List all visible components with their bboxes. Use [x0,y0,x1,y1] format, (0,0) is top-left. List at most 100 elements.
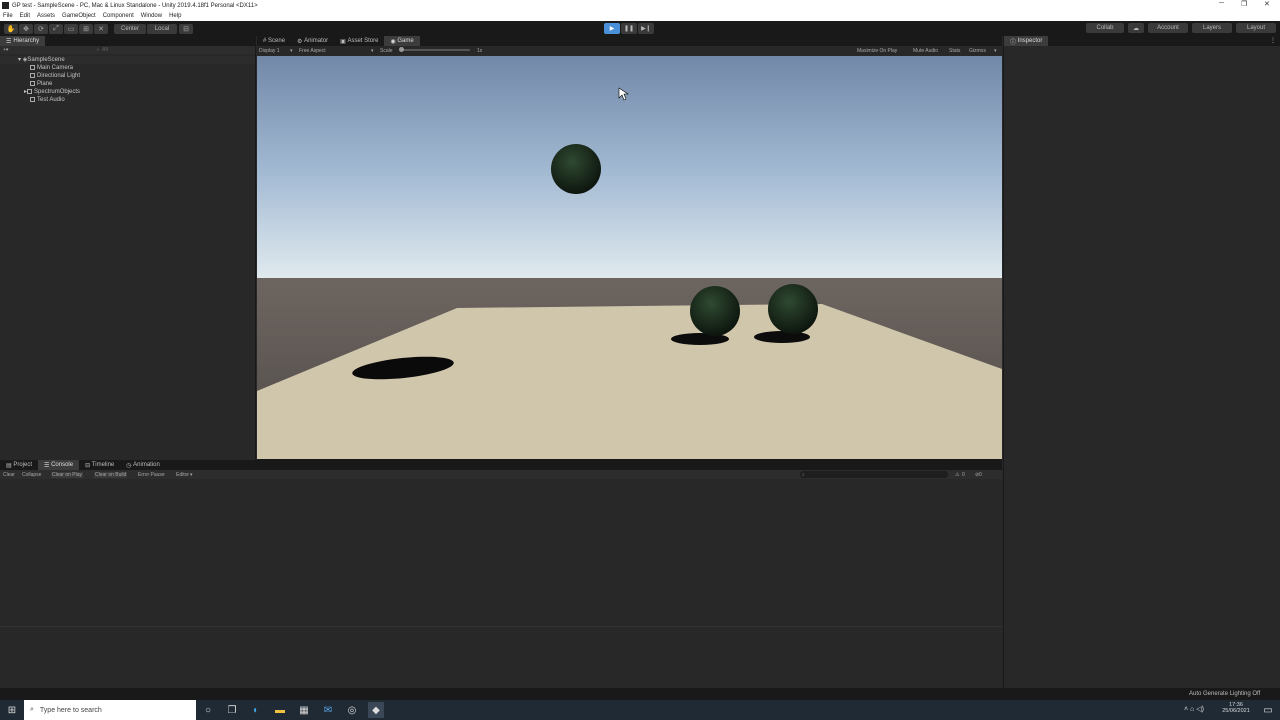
cortana-icon[interactable]: ○ [200,702,216,718]
menu-window[interactable]: Window [141,13,162,19]
game-view-toolbar: Display 1 ▾ Free Aspect ▾ Scale 1x Maxim… [257,46,1002,56]
collapse-toggle[interactable]: Collapse [22,472,41,478]
menu-help[interactable]: Help [169,13,181,19]
list-item[interactable]: ▸ SpectrumObjects [0,88,255,96]
mail-icon[interactable]: ✉ [320,702,336,718]
hand-tool-icon[interactable]: ✋ [4,23,18,34]
status-bar: Auto Generate Lighting Off [0,688,1280,700]
transform-tool-icon[interactable]: ⊞ [79,23,93,34]
stats-toggle[interactable]: Stats [949,48,960,54]
menu-component[interactable]: Component [103,13,134,19]
pause-button[interactable]: ❚❚ [621,23,637,34]
list-item[interactable]: Directional Light [0,72,255,80]
gameobject-icon [30,96,35,102]
step-button[interactable]: ▶❙ [638,23,654,34]
scale-tool-icon[interactable]: ⤢ [49,23,63,34]
console-search-input[interactable] [800,471,948,478]
panel-menu-icon[interactable]: ⋮ [1270,37,1276,44]
collab-button[interactable]: Collab [1086,23,1124,33]
search-icon: ⌕ [802,471,805,478]
expand-arrow-icon[interactable]: ▾ [18,57,21,63]
play-button[interactable]: ▶ [604,23,620,34]
task-view-icon[interactable]: ❐ [224,702,240,718]
tab-scene[interactable]: # Scene [257,36,291,46]
layers-button[interactable]: Layers [1192,23,1232,33]
tab-animator[interactable]: ⚙ Animator [291,36,334,46]
store-icon[interactable]: ▦ [296,702,312,718]
clock[interactable]: 17:36 25/06/2021 [1220,702,1252,714]
menu-gameobject[interactable]: GameObject [62,13,96,19]
menu-assets[interactable]: Assets [37,13,55,19]
animator-tab-icon: ⚙ [297,38,305,45]
scale-slider[interactable] [400,49,470,51]
editor-dropdown[interactable]: Editor [176,472,189,478]
main-toolbar: ✋ ✥ ⟳ ⤢ ▭ ⊞ ✕ Center Local ⊟ ▶ ❚❚ ▶❙ Col… [0,21,1280,36]
list-item[interactable]: Test Audio [0,96,255,104]
rect-tool-icon[interactable]: ▭ [64,23,78,34]
tab-animation[interactable]: ◷ Animation [120,460,166,470]
menu-edit[interactable]: Edit [20,13,30,19]
tab-label: Inspector [1017,38,1043,44]
edge-icon[interactable]: ◐ [248,702,264,718]
gizmos-dropdown[interactable]: Gizmos [969,48,986,54]
pivot-center-button[interactable]: Center [114,23,146,34]
sphere-shadow [754,331,810,343]
notification-icon[interactable]: ▭ [1260,702,1276,718]
tab-label: Game [397,38,414,44]
maximize-on-play-toggle[interactable]: Maximize On Play [857,48,897,54]
animation-icon: ◷ [126,462,134,469]
layout-button[interactable]: Layout [1236,23,1276,33]
tab-asset-store[interactable]: ▣ Asset Store [334,36,384,46]
hierarchy-tree: ▾ ◈SampleScene Main Camera Directional L… [0,54,255,104]
close-button[interactable]: ✕ [1264,0,1270,8]
warning-icon[interactable]: ⚠ [955,472,959,478]
list-item[interactable]: Plane [0,80,255,88]
tab-hierarchy[interactable]: ☰ Hierarchy [0,36,46,46]
tab-project[interactable]: ▤ Project [0,460,38,470]
rotate-tool-icon[interactable]: ⟳ [34,23,48,34]
tab-console[interactable]: ☰ Console [38,460,80,470]
game-viewport[interactable] [257,56,1002,459]
clear-button[interactable]: Clear [3,472,15,478]
list-item[interactable]: Main Camera [0,64,255,72]
pivot-local-button[interactable]: Local [147,23,177,34]
display-dropdown[interactable]: Display 1 [259,48,280,54]
scale-slider-handle[interactable] [399,47,404,52]
aspect-dropdown[interactable]: Free Aspect [299,48,326,54]
mute-audio-toggle[interactable]: Mute Audio [913,48,938,54]
console-icon: ☰ [44,462,52,469]
file-explorer-icon[interactable]: ▬ [272,702,288,718]
gameobject-icon [30,72,35,78]
hierarchy-tab-label: Hierarchy [13,38,40,44]
sky [257,56,1002,281]
clear-on-play-toggle[interactable]: Clear on Play [51,471,84,478]
error-pause-toggle[interactable]: Error Pause [138,472,165,478]
game-render [257,56,1002,459]
search-icon: ⌕ [30,706,34,713]
menu-file[interactable]: File [3,13,13,19]
hierarchy-header: ☰ Hierarchy [0,36,255,46]
hierarchy-search-input[interactable]: All [102,47,108,53]
add-icon[interactable]: +▾ [3,47,8,53]
inspector-header: ⓘ Inspector ⋮ [1004,36,1280,46]
chevron-down-icon: ▾ [190,471,193,478]
clear-on-build-toggle[interactable]: Clear on Build [94,471,128,478]
unity-hub-icon[interactable]: ◎ [344,702,360,718]
taskbar-search[interactable]: ⌕ Type here to search [24,700,196,720]
account-button[interactable]: Account [1148,23,1188,33]
sphere [551,144,601,194]
tab-timeline[interactable]: ⊟ Timeline [79,460,120,470]
windows-start-icon[interactable]: ⊞ [4,702,20,718]
grid-snap-icon[interactable]: ⊟ [179,23,193,34]
tab-game[interactable]: ◉ Game [384,36,420,46]
console-panel: ▤ Project ☰ Console ⊟ Timeline ◷ Animati… [0,460,1002,688]
cloud-icon[interactable]: ☁ [1128,23,1144,33]
custom-tool-icon[interactable]: ✕ [94,23,108,34]
move-tool-icon[interactable]: ✥ [19,23,33,34]
maximize-button[interactable]: ❐ [1241,0,1247,8]
scene-row[interactable]: ▾ ◈SampleScene [0,56,255,64]
tab-inspector[interactable]: ⓘ Inspector [1004,36,1049,46]
minimize-button[interactable]: ─ [1219,0,1224,7]
system-tray-icons[interactable]: ˄ ⌂ ◁) [1184,705,1204,713]
unity-editor-icon[interactable]: ◆ [368,702,384,718]
